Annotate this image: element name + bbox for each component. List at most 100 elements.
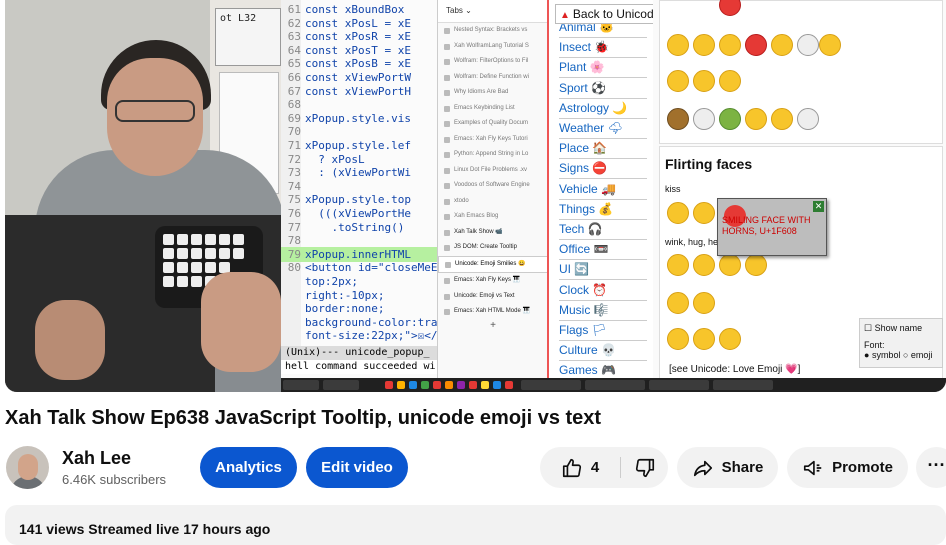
code-text: const xViewPortW — [305, 71, 411, 84]
unicode-category-link: Insect 🐞 — [559, 37, 647, 59]
unicode-category-nav: Back to Unicode Search 🔎 Animal 🐱Insect … — [547, 0, 653, 378]
browser-tab: Python: Append String in Lo — [438, 147, 548, 163]
unicode-category-link: Music 🎼 — [559, 300, 647, 321]
see-love-emoji-link: [see Unicode: Love Emoji 💗] — [669, 364, 801, 375]
browser-tab: Examples of Quality Docum — [438, 116, 548, 132]
megaphone-icon — [804, 460, 822, 475]
flirting-faces-heading: Flirting faces — [665, 156, 753, 172]
browser-tab: Wolfram: FilterOptions to Fil — [438, 54, 548, 70]
unicode-category-link: Weather 🌩 — [559, 118, 647, 139]
channel-avatar[interactable] — [6, 446, 49, 489]
code-text: const xViewPortH — [305, 84, 411, 98]
code-text: right:-10px; — [305, 288, 385, 302]
thumbs-up-icon — [562, 458, 581, 477]
symbol-option: symbol — [871, 350, 901, 360]
code-text: xPopup.innerHTML — [305, 247, 411, 261]
description-box[interactable]: 141 views Streamed live 17 hours ago — [5, 505, 946, 545]
font-label: Font: — [864, 340, 885, 350]
editor-status-line: (Unix)--- unicode_popup_ — [281, 346, 437, 360]
code-text: : (xViewPortWi — [305, 166, 411, 180]
unicode-category-link: Culture 💀 — [559, 340, 647, 362]
channel-name[interactable]: Xah Lee — [62, 448, 131, 469]
browser-tab: Unicode: Emoji Smilies 😀 — [438, 255, 548, 273]
code-text: background-color:trans — [305, 315, 437, 329]
tooltip-text: SMILING FACE WITH HORNS, U+1F608 — [722, 215, 811, 236]
new-tab-icon: + — [490, 319, 496, 331]
browser-tab: JS DOM: Create Tooltip — [438, 240, 548, 256]
code-text: const xPosT = xE — [305, 43, 411, 57]
tabs-header: Tabs ⌄ — [438, 0, 548, 23]
unicode-category-link: Clock ⏰ — [559, 280, 647, 301]
code-text: xPopup.style.top — [305, 193, 411, 207]
code-text: const xBoundBox — [305, 3, 405, 16]
emoji-option: emoji — [910, 350, 933, 360]
unicode-category-link: Office 📼 — [559, 239, 647, 261]
browser-tab: Emacs Keybinding List — [438, 101, 548, 117]
code-text: .toString() — [305, 220, 405, 234]
code-text: border:none; — [305, 302, 385, 316]
browser-tab: Nested Syntax: Brackets vs — [438, 23, 548, 39]
promote-label: Promote — [832, 459, 893, 476]
browser-tab: Unicode: Emoji vs Text — [438, 289, 548, 305]
browser-tab: Voodoos of Software Engine — [438, 178, 548, 194]
browser-tab: Xah Talk Show 📹 — [438, 225, 548, 241]
unicode-category-link: Astrology 🌙 — [559, 98, 647, 119]
thumbs-down-icon — [635, 458, 654, 477]
code-editor: 61 const xBoundBox 62 const xPosL = xE 63 con… — [281, 0, 437, 392]
unicode-category-link: Plant 🌸 — [559, 57, 647, 79]
emoji-page: Flirting faces kiss wink, hug, he ✕ SMIL… — [653, 0, 946, 378]
show-name-label: Show name — [874, 323, 923, 333]
edit-video-button[interactable]: Edit video — [306, 447, 408, 488]
emoji-tooltip: ✕ SMILING FACE WITH HORNS, U+1F608 — [717, 198, 827, 256]
browser-tab: Wolfram: Define Function wi — [438, 70, 548, 86]
like-button[interactable]: 4 — [540, 447, 620, 488]
background-window: ot L32 — [215, 8, 281, 66]
view-stats: 141 views Streamed live 17 hours ago — [19, 521, 271, 537]
unicode-category-link: Games 🎮 — [559, 360, 647, 378]
unicode-category-link: Tech 🎧 — [559, 219, 647, 240]
display-options-panel: ☐ Show name Font: ● symbol ○ emoji — [859, 318, 943, 368]
code-text: const xPosL = xE — [305, 16, 411, 30]
share-button[interactable]: Share — [677, 447, 778, 488]
browser-tab: Xah Emacs Blog — [438, 209, 548, 225]
code-text: <button id="closeMeEl7 — [305, 261, 437, 275]
code-text: font-size:22px;">☒</ — [305, 329, 437, 343]
analytics-button[interactable]: Analytics — [200, 447, 297, 488]
browser-tab: xtodo — [438, 194, 548, 210]
share-arrow-icon — [693, 460, 712, 476]
like-dislike-group: 4 — [540, 447, 668, 488]
code-text: xPopup.style.lef — [305, 139, 411, 152]
share-label: Share — [721, 459, 764, 476]
unicode-category-link: Signs ⛔ — [559, 158, 647, 180]
browser-tab: Xah WolframLang Tutorial S — [438, 39, 548, 55]
code-text: (((xViewPortHe — [305, 207, 411, 220]
browser-tabs-sidebar: Tabs ⌄ Nested Syntax: Brackets vs Xah Wol… — [437, 0, 548, 378]
promote-button[interactable]: Promote — [787, 447, 908, 488]
wink-label: wink, hug, he — [665, 237, 719, 247]
unicode-category-link: Flags 🏳 — [559, 320, 647, 341]
unicode-category-link: Things 💰 — [559, 199, 647, 220]
subscriber-count: 6.46K subscribers — [62, 472, 167, 487]
browser-tab: Linux Dot File Problems .xv — [438, 163, 548, 179]
editor-minibuffer: hell command succeeded wi — [281, 360, 437, 374]
unicode-category-link: UI 🔄 — [559, 259, 647, 281]
code-text: top:2px; — [305, 275, 358, 288]
browser-tab: Emacs: Xah HTML Mode 🎹 — [438, 304, 548, 320]
dislike-button[interactable] — [621, 447, 668, 488]
browser-tab: Why Idioms Are Bad — [438, 85, 548, 101]
like-count: 4 — [590, 459, 600, 476]
unicode-category-link: Sport ⚽ — [559, 78, 647, 99]
code-line: font-size:22px;">☒</ — [281, 328, 437, 343]
unicode-category-link: Vehicle 🚚 — [559, 179, 647, 200]
browser-tab: Emacs: Xah Fly Keys Tutori — [438, 132, 548, 148]
code-text: const xPosB = xE — [305, 57, 411, 71]
more-actions-button[interactable]: ··· — [916, 447, 946, 488]
unicode-category-link: Place 🏠 — [559, 138, 647, 160]
tooltip-close-icon: ✕ — [813, 201, 824, 212]
video-player[interactable]: ot L32 61 const xBoundBox 62 const xPosL = … — [5, 0, 946, 392]
video-title: Xah Talk Show Ep638 JavaScript Tooltip, … — [5, 407, 602, 429]
code-text: const xPosR = xE — [305, 30, 411, 44]
browser-tab: Emacs: Xah Fly Keys 🎹 — [438, 273, 548, 289]
back-to-unicode-search-link: Back to Unicode Search 🔎 — [555, 4, 653, 24]
code-text: ? xPosL — [305, 152, 365, 166]
